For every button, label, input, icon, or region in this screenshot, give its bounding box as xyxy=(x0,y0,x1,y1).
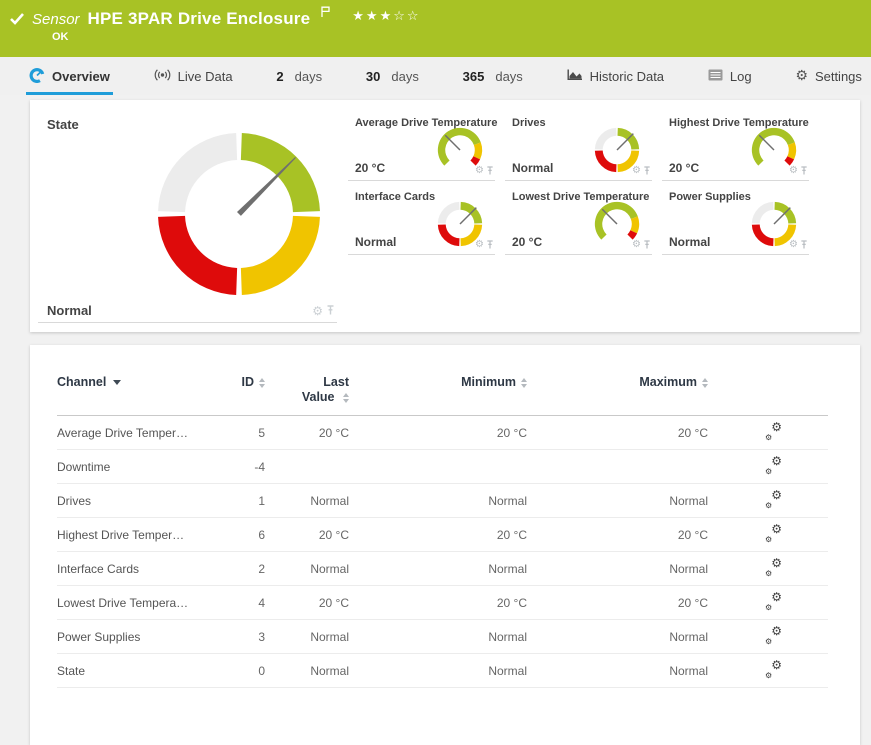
channel-table: Channel ID Last Value Minimum Maximum xyxy=(57,375,828,688)
gear-icon[interactable]: ⚙ xyxy=(312,304,323,318)
gauge-icon xyxy=(29,67,45,86)
sort-icon xyxy=(702,378,708,388)
tile-value: 20 °C xyxy=(512,235,542,249)
table-row[interactable]: Lowest Drive Tempera… 4 20 °C 20 °C 20 °… xyxy=(57,586,828,620)
pin-icon[interactable] xyxy=(486,166,494,176)
pin-icon[interactable] xyxy=(800,240,808,250)
sensor-kind-label: Sensor xyxy=(32,11,80,28)
ok-check-icon xyxy=(10,13,24,25)
broadcast-icon xyxy=(154,68,171,85)
sensor-header: Sensor HPE 3PAR Drive Enclosure ★★★☆☆ OK xyxy=(0,0,871,57)
column-header-actions xyxy=(708,375,828,416)
state-value: Normal xyxy=(47,303,92,318)
channel-table-panel: Channel ID Last Value Minimum Maximum xyxy=(30,345,860,745)
channel-settings-icon[interactable]: ⚙⚙ xyxy=(765,525,782,542)
table-row[interactable]: Drives 1 Normal Normal Normal ⚙⚙ xyxy=(57,484,828,518)
tab-settings[interactable]: ⚙ Settings xyxy=(792,57,865,95)
gear-icon[interactable]: ⚙ xyxy=(789,165,798,176)
column-header-id[interactable]: ID xyxy=(207,375,265,416)
tile-lowest-drive-temperature[interactable]: Lowest Drive Temperature 20 °C ⚙ xyxy=(505,186,652,255)
tab-30-days[interactable]: 30days xyxy=(363,57,422,95)
state-gauge xyxy=(154,129,324,304)
tab-overview[interactable]: Overview xyxy=(26,57,113,95)
pin-icon[interactable] xyxy=(326,305,335,316)
table-row[interactable]: Interface Cards 2 Normal Normal Normal ⚙… xyxy=(57,552,828,586)
tab-365-days[interactable]: 365days xyxy=(460,57,526,95)
table-row[interactable]: Downtime -4 ⚙⚙ xyxy=(57,450,828,484)
sensor-status-badge: OK xyxy=(52,31,871,43)
log-icon xyxy=(708,69,723,84)
table-header-row: Channel ID Last Value Minimum Maximum xyxy=(57,375,828,416)
channel-settings-icon[interactable]: ⚙⚙ xyxy=(765,559,782,576)
table-row[interactable]: Power Supplies 3 Normal Normal Normal ⚙⚙ xyxy=(57,620,828,654)
state-gauge-tile: State Normal ⚙ xyxy=(38,112,337,323)
gear-icon[interactable]: ⚙ xyxy=(475,165,484,176)
column-header-channel[interactable]: Channel xyxy=(57,375,207,416)
sort-desc-caret-icon xyxy=(113,380,121,385)
channel-settings-icon[interactable]: ⚙⚙ xyxy=(765,457,782,474)
flag-icon[interactable] xyxy=(321,5,330,23)
channel-settings-icon[interactable]: ⚙⚙ xyxy=(765,593,782,610)
column-header-last-value[interactable]: Last Value xyxy=(265,375,349,416)
gear-icon: ⚙ xyxy=(795,68,808,84)
tile-highest-drive-temperature[interactable]: Highest Drive Temperature 20 °C ⚙ xyxy=(662,112,809,181)
tab-2-days[interactable]: 2days xyxy=(273,57,325,95)
tab-historic-data[interactable]: Historic Data xyxy=(564,57,667,95)
pin-icon[interactable] xyxy=(643,166,651,176)
channel-settings-icon[interactable]: ⚙⚙ xyxy=(765,627,782,644)
gear-icon[interactable]: ⚙ xyxy=(475,239,484,250)
gear-icon[interactable]: ⚙ xyxy=(632,239,641,250)
historic-chart-icon xyxy=(567,68,583,84)
gear-icon[interactable]: ⚙ xyxy=(632,165,641,176)
pin-icon[interactable] xyxy=(486,240,494,250)
table-row[interactable]: State 0 Normal Normal Normal ⚙⚙ xyxy=(57,654,828,688)
mini-gauge-grid: Average Drive Temperature 20 °C ⚙ Drives… xyxy=(348,112,809,332)
sort-icon xyxy=(259,378,265,388)
tile-drives[interactable]: Drives Normal ⚙ xyxy=(505,112,652,181)
tile-power-supplies[interactable]: Power Supplies Normal ⚙ xyxy=(662,186,809,255)
tab-log[interactable]: Log xyxy=(705,57,755,95)
pin-icon[interactable] xyxy=(800,166,808,176)
priority-star-rating[interactable]: ★★★☆☆ xyxy=(352,8,420,24)
pin-icon[interactable] xyxy=(643,240,651,250)
tile-value: 20 °C xyxy=(669,161,699,175)
sensor-tab-bar: Overview Live Data 2days 30days 365days … xyxy=(0,57,871,95)
tile-value: Normal xyxy=(355,235,396,249)
sort-icon xyxy=(521,378,527,388)
channel-settings-icon[interactable]: ⚙⚙ xyxy=(765,491,782,508)
tab-live-data[interactable]: Live Data xyxy=(151,57,236,95)
tile-interface-cards[interactable]: Interface Cards Normal ⚙ xyxy=(348,186,495,255)
sensor-title: HPE 3PAR Drive Enclosure xyxy=(88,9,311,29)
channel-settings-icon[interactable]: ⚙⚙ xyxy=(765,661,782,678)
channel-settings-icon[interactable]: ⚙⚙ xyxy=(765,423,782,440)
gauges-panel: State Normal ⚙ Average Drive Temperature xyxy=(30,100,860,332)
table-row[interactable]: Average Drive Temper… 5 20 °C 20 °C 20 °… xyxy=(57,416,828,450)
column-header-maximum[interactable]: Maximum xyxy=(527,375,708,416)
tile-value: Normal xyxy=(669,235,710,249)
gear-icon[interactable]: ⚙ xyxy=(789,239,798,250)
table-row[interactable]: Highest Drive Temper… 6 20 °C 20 °C 20 °… xyxy=(57,518,828,552)
column-header-minimum[interactable]: Minimum xyxy=(349,375,527,416)
tile-average-drive-temperature[interactable]: Average Drive Temperature 20 °C ⚙ xyxy=(348,112,495,181)
sort-icon xyxy=(343,393,349,403)
tile-value: 20 °C xyxy=(355,161,385,175)
tile-value: Normal xyxy=(512,161,553,175)
